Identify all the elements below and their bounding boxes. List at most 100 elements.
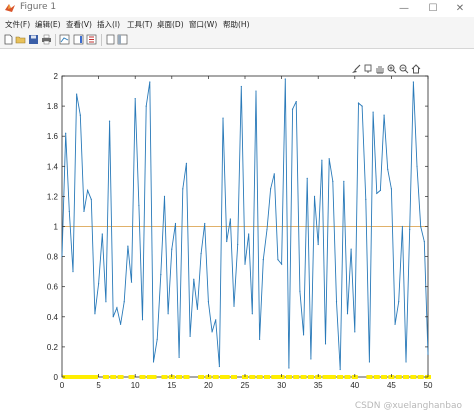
- zero-marker: [337, 375, 344, 379]
- zero-marker: [110, 375, 117, 379]
- data-point: [277, 259, 279, 261]
- zero-marker: [293, 375, 300, 379]
- data-point: [196, 308, 199, 310]
- y-tick-label: 0.2: [47, 343, 59, 352]
- data-point: [295, 100, 297, 103]
- x-tick-label: 40: [350, 381, 359, 390]
- data-point: [346, 313, 349, 315]
- data-point: [273, 173, 275, 175]
- data-point: [112, 316, 114, 318]
- data-point: [83, 210, 85, 213]
- data-point: [394, 323, 396, 325]
- data-point: [211, 331, 213, 333]
- data-point: [420, 225, 422, 228]
- data-point: [98, 283, 100, 285]
- data-point: [321, 159, 323, 161]
- data-point: [233, 305, 235, 307]
- data-point: [390, 188, 392, 190]
- data-point: [266, 228, 268, 231]
- zero-marker: [139, 375, 146, 379]
- data-point: [365, 198, 367, 201]
- data-point: [288, 367, 290, 369]
- data-point: [354, 331, 356, 333]
- data-point: [218, 365, 220, 368]
- data-point: [368, 361, 371, 363]
- data-point: [134, 97, 136, 100]
- zero-marker: [150, 375, 157, 379]
- data-point: [90, 198, 92, 201]
- x-tick-label: 45: [387, 381, 396, 390]
- zero-marker: [249, 375, 256, 379]
- data-point: [299, 290, 301, 292]
- data-point: [412, 81, 414, 83]
- zero-marker: [263, 375, 270, 379]
- data-point: [119, 323, 122, 325]
- data-point: [284, 78, 286, 80]
- x-tick-label: 15: [167, 381, 176, 390]
- watermark: CSDN @xuelanghanbao: [354, 401, 462, 411]
- data-point: [350, 248, 352, 250]
- x-tick-label: 5: [96, 381, 101, 390]
- data-point: [401, 225, 403, 228]
- data-point: [310, 358, 312, 360]
- zero-marker: [381, 375, 388, 379]
- zero-marker: [183, 375, 190, 379]
- data-point: [416, 165, 418, 167]
- data-point: [335, 301, 338, 303]
- zero-marker: [231, 375, 238, 379]
- data-point: [251, 313, 253, 315]
- zero-marker: [161, 375, 168, 379]
- data-point: [138, 204, 140, 207]
- x-tick-label: 25: [241, 381, 250, 390]
- data-point: [387, 168, 389, 170]
- data-point: [262, 259, 264, 261]
- y-tick-label: 0: [54, 373, 59, 382]
- zero-marker: [198, 375, 205, 379]
- y-tick-label: 1.4: [47, 162, 59, 171]
- data-point: [72, 271, 74, 273]
- zero-marker: [212, 375, 219, 379]
- data-point: [270, 188, 272, 190]
- data-point: [171, 248, 173, 250]
- data-point: [207, 301, 209, 303]
- data-point: [423, 240, 425, 243]
- data-point: [317, 243, 319, 246]
- zero-marker: [366, 375, 373, 379]
- data-point: [240, 85, 242, 88]
- data-point: [167, 313, 169, 315]
- data-point: [156, 338, 158, 340]
- data-point: [226, 240, 228, 243]
- zero-marker: [176, 375, 183, 379]
- data-point: [237, 243, 239, 246]
- data-point: [127, 245, 129, 247]
- data-point: [108, 120, 111, 122]
- zero-marker: [344, 375, 351, 379]
- data-point: [141, 319, 144, 321]
- data-point: [160, 274, 162, 276]
- zero-marker: [128, 375, 135, 379]
- data-point: [204, 222, 206, 225]
- zero-marker: [395, 375, 402, 379]
- x-tick-label: 0: [60, 381, 65, 390]
- data-point: [281, 263, 283, 265]
- zero-marker: [373, 375, 380, 379]
- data-point: [145, 105, 147, 107]
- data-point: [405, 361, 407, 363]
- zero-marker: [285, 375, 292, 379]
- data-point: [259, 338, 261, 340]
- x-tick-label: 10: [131, 381, 140, 390]
- data-point: [248, 233, 250, 235]
- data-point: [76, 93, 78, 95]
- data-point: [101, 233, 103, 235]
- data-point: [313, 195, 316, 197]
- data-point: [123, 301, 125, 303]
- data-point: [361, 105, 363, 107]
- x-tick-label: 35: [314, 381, 323, 390]
- y-tick-label: 0.8: [47, 253, 59, 262]
- data-point: [306, 177, 308, 179]
- data-point: [174, 222, 177, 225]
- data-point: [372, 111, 374, 113]
- data-point: [427, 353, 429, 356]
- data-point: [178, 356, 180, 359]
- zero-marker: [410, 375, 417, 379]
